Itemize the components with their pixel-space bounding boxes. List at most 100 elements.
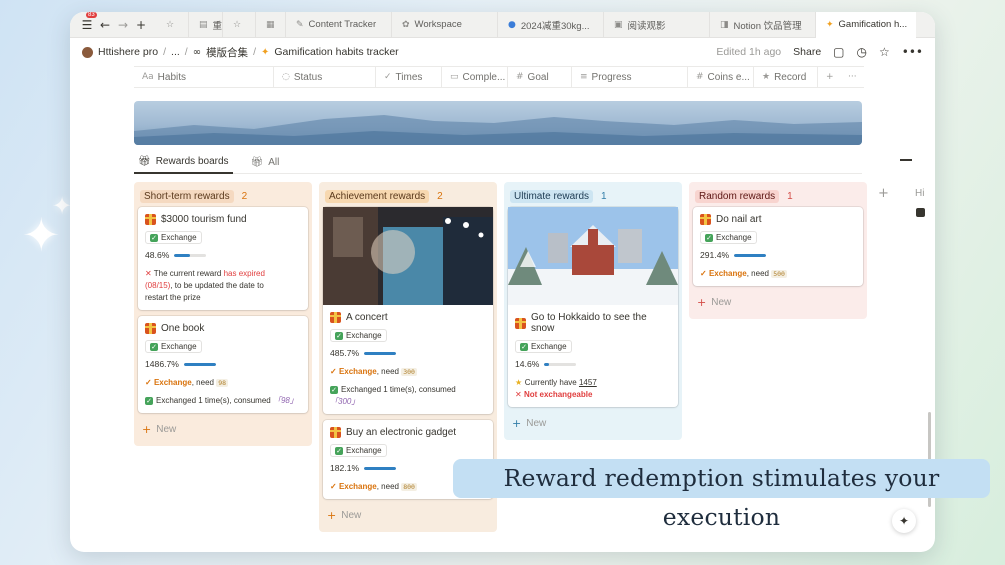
reward-card-concert[interactable]: A concert ✓ Exchange 485.7% ✓ Exchange, n… [323, 207, 493, 414]
property-times[interactable]: ✓ Times [376, 67, 442, 87]
progress-fill [183, 362, 216, 366]
more-icon[interactable]: ••• [902, 45, 923, 59]
column-header[interactable]: Achievement rewards 2 [323, 185, 493, 207]
breadcrumb-ellipsis[interactable]: ... [171, 46, 180, 58]
list-icon: ≡ [580, 72, 588, 82]
check-icon: ✓ [150, 233, 158, 242]
new-label: New [711, 297, 732, 308]
exchange-tag: ✓ Exchange [330, 444, 387, 457]
progress-row: 1486.7% [145, 359, 301, 369]
tab-favorite-3[interactable]: ☆ [223, 12, 256, 38]
add-property-button[interactable]: + [818, 67, 840, 87]
check-icon: ✓ [330, 386, 338, 394]
breadcrumb-workspace[interactable]: Httishere pro [98, 46, 158, 58]
hidden-groups-label: Hi [915, 188, 925, 199]
notice-text: The current reward [153, 269, 224, 278]
mountain-landscape [134, 115, 862, 145]
gift-icon [145, 214, 156, 225]
exchanged-text: Exchanged 1 time(s), consumed [156, 396, 273, 405]
column-header[interactable]: Random rewards 1 [693, 185, 863, 207]
new-card-button[interactable]: + New [693, 292, 863, 313]
tab-weight-loss[interactable]: ● 2024减重30kg... [498, 12, 604, 38]
property-habits[interactable]: Aa Habits [134, 67, 274, 87]
comment-icon[interactable]: ▢ [833, 45, 844, 59]
forward-arrow-icon[interactable]: → [114, 18, 132, 32]
tab-pinned-2[interactable]: ▤ 重... [189, 12, 223, 38]
tab-reading[interactable]: ▣ 阅读观影 [604, 12, 710, 38]
add-group-plus-icon[interactable]: + [878, 186, 889, 201]
property-coins[interactable]: # Coins e... [688, 67, 754, 87]
property-label: Habits [157, 71, 187, 83]
card-title: Go to Hokkaido to see the snow [531, 312, 647, 334]
check-icon: ✓ [150, 342, 158, 351]
property-label: Record [774, 71, 807, 83]
property-record[interactable]: ★ Record [754, 67, 818, 87]
reward-card-tourism-fund[interactable]: $3000 tourism fund ✓ Exchange 48.6% ✕ The… [138, 207, 308, 310]
need-label: , need [746, 269, 772, 278]
edited-timestamp: Edited 1h ago [716, 46, 782, 58]
star-icon[interactable]: ☆ [879, 45, 890, 59]
star-icon: ★ [762, 72, 771, 82]
exchange-tag: ✓ Exchange [330, 329, 387, 342]
tab-label: Gamification h... [838, 19, 908, 30]
gift-icon [145, 323, 156, 334]
need-value: 500 [771, 270, 787, 278]
gift-icon: 🎁︎ [250, 157, 264, 168]
card-title: One book [161, 323, 205, 334]
breadcrumb-current[interactable]: Gamification habits tracker [274, 46, 398, 58]
clock-icon[interactable]: ◷ [857, 45, 867, 59]
column-header[interactable]: Ultimate rewards 1 [508, 185, 678, 207]
check-icon: ✓ [520, 342, 528, 351]
need-label: , need [376, 367, 402, 376]
gift-icon [330, 312, 341, 323]
reward-card-one-book[interactable]: One book ✓ Exchange 1486.7% ✓ Exchange, n… [138, 316, 308, 413]
new-label: New [156, 424, 177, 435]
progress-bar [544, 362, 577, 366]
hidden-group-icon[interactable] [916, 208, 925, 217]
new-card-button[interactable]: + New [508, 413, 678, 434]
menu-icon[interactable]: ☰ 83 [78, 12, 97, 32]
new-card-button[interactable]: + New [138, 419, 308, 440]
tab-rewards-boards[interactable]: 🎁︎ Rewards boards [134, 152, 233, 174]
tab-all[interactable]: 🎁︎ All [247, 152, 284, 174]
table-icon: ▣ [614, 19, 623, 30]
coin-star-icon: ★ [515, 378, 525, 387]
check-icon: ✓ [705, 233, 713, 242]
tab-favorite-1[interactable]: ☆ [156, 12, 189, 38]
number-icon: # [696, 72, 704, 82]
breadcrumb-parent[interactable]: 模版合集 [206, 45, 248, 60]
card-title: Do nail art [716, 214, 762, 225]
property-status[interactable]: ◌ Status [274, 67, 376, 87]
column-header[interactable]: Short-term rewards 2 [138, 185, 308, 207]
property-label: Coins e... [707, 71, 750, 83]
tab-content-tracker[interactable]: ✎ Content Tracker [286, 12, 392, 38]
tab-drinks[interactable]: ◨ Notion 饮品管理 [710, 12, 816, 38]
concert-photo [323, 207, 493, 305]
collapse-handle[interactable] [900, 159, 912, 161]
more-properties-button[interactable]: ··· [840, 67, 862, 87]
page-cover-image [134, 101, 862, 145]
card-title: $3000 tourism fund [161, 214, 247, 225]
tab-gamification[interactable]: ✦ Gamification h... [816, 12, 916, 38]
tab-calendar[interactable]: ▦ [256, 12, 286, 38]
exchange-tag: ✓ Exchange [145, 231, 202, 244]
reward-card-hokkaido[interactable]: Go to Hokkaido to see the snow ✓ Exchange… [508, 207, 678, 407]
exchanged-text: Exchanged 1 time(s), consumed [341, 385, 456, 394]
ai-assistant-sparkle-icon[interactable]: ✦ [892, 509, 916, 533]
property-completed[interactable]: ▭ Comple... [442, 67, 508, 87]
property-label: Status [293, 71, 323, 83]
gift-icon [515, 317, 526, 329]
progress-percent: 1486.7% [145, 359, 179, 369]
progress-percent: 485.7% [330, 348, 360, 358]
new-card-button[interactable]: + New [323, 505, 493, 526]
reward-card-nail-art[interactable]: Do nail art ✓ Exchange 291.4% ✓ Exchange,… [693, 207, 863, 286]
tab-workspace[interactable]: ✿ Workspace [392, 12, 498, 38]
consumed-value: 「300」 [330, 397, 360, 406]
share-button[interactable]: Share [793, 46, 821, 58]
property-progress[interactable]: ≡ Progress [572, 67, 688, 87]
tag-label: Exchange [346, 331, 382, 340]
progress-percent: 291.4% [700, 250, 730, 260]
back-arrow-icon[interactable]: ← [96, 18, 114, 32]
property-goal[interactable]: # Goal [508, 67, 572, 87]
new-tab-plus-icon[interactable]: + [132, 18, 150, 32]
